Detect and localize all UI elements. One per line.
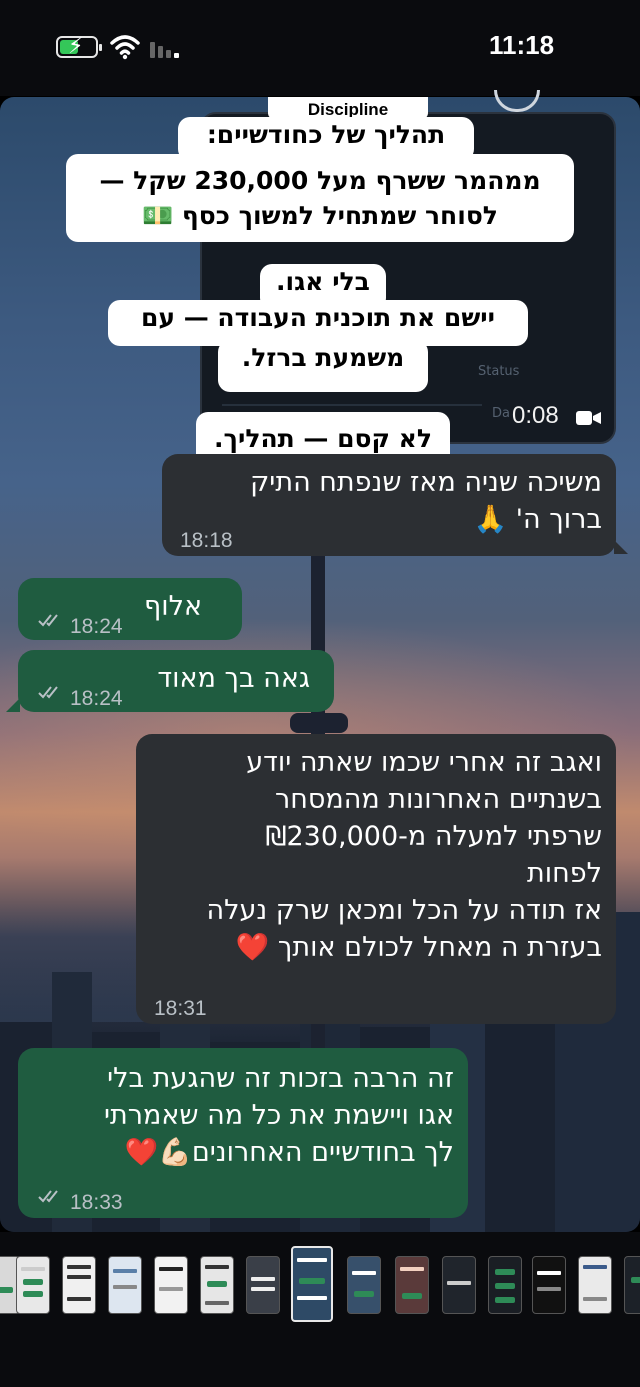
caption-line: ממהמר ששרף מעל 230,000 שקל — [99, 166, 541, 195]
video-status-label: Status [478, 364, 520, 379]
story-thumbnail[interactable] [488, 1256, 522, 1314]
story-thumbnail[interactable] [62, 1256, 96, 1314]
message-line: ואגב זה אחרי שכמו שאתה יודע [246, 747, 602, 778]
message-line: אז תודה על הכל ומכאן שרק נעלה [206, 895, 602, 926]
story-thumbnail[interactable] [395, 1256, 429, 1314]
message-incoming[interactable]: ואגב זה אחרי שכמו שאתה יודע בשנתיים האחר… [136, 734, 616, 1024]
message-time: 18:31 [154, 997, 207, 1020]
message-line: שרפתי למעלה מ-₪230,000 [265, 821, 602, 852]
battery-charging-icon: ⚡ [56, 34, 102, 59]
message-outgoing[interactable]: אלוף 18:24 [18, 578, 242, 640]
story-thumbnail-active[interactable] [291, 1246, 333, 1322]
story-thumbnail[interactable] [578, 1256, 612, 1314]
message-time: 18:24 [70, 687, 123, 710]
status-bar: ⚡ 11:18 [0, 0, 640, 96]
video-date-label: Da [492, 406, 510, 421]
message-line: בשנתיים האחרונות מהמסחר [274, 784, 602, 815]
message-incoming[interactable]: משיכה שניה מאז שנפתח התיק ברוך ה' 🙏 18:1… [162, 454, 616, 556]
message-time: 18:33 [70, 1191, 123, 1214]
read-receipt-icon [38, 614, 58, 627]
message-line: לך בחודשיים האחרונים💪🏻❤️ [124, 1137, 454, 1168]
story-thumbnail[interactable] [16, 1256, 50, 1314]
message-time: 18:18 [180, 529, 233, 552]
message-outgoing[interactable]: גאה בך מאוד 18:24 [18, 650, 334, 712]
story-header-label: Discipline [268, 97, 428, 119]
story-thumbnail[interactable] [154, 1256, 188, 1314]
message-time: 18:24 [70, 615, 123, 638]
divider [222, 404, 482, 406]
bubble-tail [6, 698, 20, 712]
message-line: בעזרת ה מאחל לכולם אותך ❤️ [235, 932, 602, 963]
status-time: 11:18 [489, 30, 555, 60]
story-thumbnail[interactable] [108, 1256, 142, 1314]
message-line: משיכה שניה מאז שנפתח התיק [250, 467, 602, 498]
bubble-tail [614, 540, 628, 554]
message-line: לפחות [527, 858, 602, 889]
caption-block: ממהמר ששרף מעל 230,000 שקל — לסוחר שמתחי… [66, 154, 574, 242]
story-thumbnail[interactable] [532, 1256, 566, 1314]
read-receipt-icon [38, 686, 58, 699]
message-line: זה הרבה בזכות זה שהגעת בלי [107, 1063, 454, 1094]
message-outgoing[interactable]: זה הרבה בזכות זה שהגעת בלי אגו ויישמת את… [18, 1048, 468, 1218]
cellular-signal-icon [150, 38, 184, 58]
story-thumbnail[interactable] [347, 1256, 381, 1314]
story-thumbnail[interactable] [200, 1256, 234, 1314]
message-line: אגו ויישמת את כל מה שאמרתי [103, 1100, 454, 1131]
story-thumbnail[interactable] [624, 1256, 640, 1314]
read-receipt-icon [38, 1190, 58, 1203]
caption-line: לסוחר שמתחיל למשוך כסף 💵 [142, 201, 498, 230]
story-thumbnail[interactable] [442, 1256, 476, 1314]
video-camera-icon [576, 411, 601, 425]
video-duration: 0:08 [512, 402, 559, 429]
caption-line: משמעת ברזל. [218, 340, 428, 392]
story-thumbnail[interactable] [246, 1256, 280, 1314]
wifi-icon [110, 35, 140, 60]
tower-pod [290, 713, 348, 733]
story-thumbnail-strip[interactable] [0, 1232, 640, 1387]
